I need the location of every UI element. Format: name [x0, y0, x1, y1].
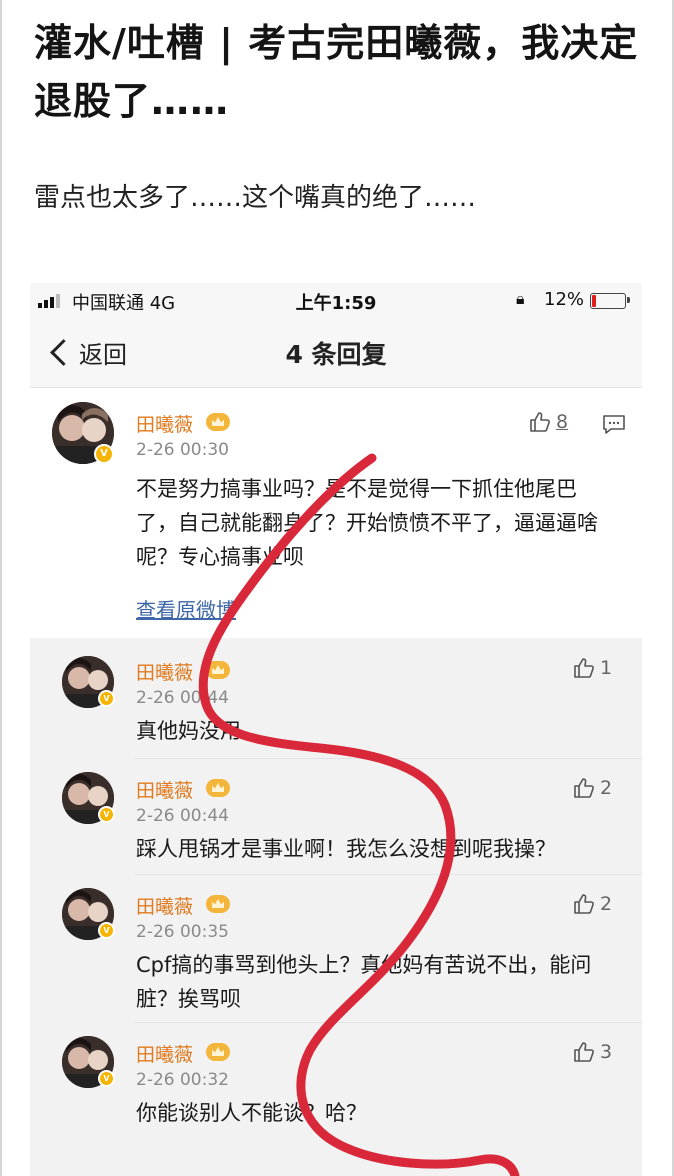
reply-text: Cpf搞的事骂到他头上？真他妈有苦说不出，能问脏？挨骂呗: [136, 953, 592, 1011]
timestamp: 2-26 00:35: [136, 922, 229, 942]
nav-bar: 返回 4 条回复: [30, 317, 642, 388]
timestamp: 2-26 00:30: [136, 440, 229, 460]
thumbs-up-icon: [574, 778, 594, 798]
battery-percent: 12%: [544, 289, 585, 310]
battery-tip: [627, 297, 630, 303]
timestamp: 2-26 00:44: [136, 806, 229, 826]
battery-level-fill: [592, 295, 596, 307]
divider: [135, 874, 642, 875]
like-button[interactable]: 8: [528, 410, 568, 434]
comment-text: 不是努力搞事业吗？是不是觉得一下抓住他尾巴了，自己就能翻身了？开始愤愤不平了，逼…: [136, 477, 598, 569]
main-comment: V 田曦薇 2-26 00:30 8 不是努力搞事业吗？是不是觉得一下抓住他尾巴…: [30, 388, 642, 638]
thumbs-up-icon: [574, 658, 594, 678]
like-button[interactable]: 1: [572, 656, 612, 680]
verified-badge-icon: V: [94, 444, 114, 464]
page-title: 4 条回复: [285, 340, 387, 369]
username[interactable]: 田曦薇: [136, 410, 193, 437]
like-button[interactable]: 2: [572, 776, 612, 800]
verified-badge-icon: V: [98, 690, 115, 707]
like-count: 2: [600, 777, 613, 799]
like-button[interactable]: 3: [572, 1040, 612, 1064]
frame-border-left: [0, 0, 2, 1176]
battery-icon: [590, 293, 626, 309]
thumbs-up-icon: [574, 894, 594, 914]
rotation-lock-icon: 🔒︎: [516, 289, 525, 308]
verified-badge-icon: V: [98, 806, 115, 823]
reply-text: 你能谈别人不能谈？哈？: [136, 1101, 367, 1125]
username[interactable]: 田曦薇: [136, 776, 193, 803]
verified-badge-icon: V: [98, 1070, 115, 1087]
like-count: 8: [556, 411, 569, 433]
like-count: 1: [600, 657, 613, 679]
username[interactable]: 田曦薇: [136, 892, 193, 919]
embedded-screenshot: 中国联通 4G 上午1:59 🔒︎ 12% 返回 4 条回复 V 田曦薇 2-2…: [30, 283, 642, 1176]
reply-text: 踩人甩锅才是事业啊！我怎么没想到呢我操？: [136, 837, 556, 861]
thumbs-up-icon: [574, 1042, 594, 1062]
member-crown-icon: [206, 413, 230, 431]
divider: [135, 758, 642, 759]
verified-badge-icon: V: [98, 922, 115, 939]
post-title: 灌水/吐槽 | 考古完田曦薇，我决定退股了……: [34, 21, 639, 123]
member-crown-icon: [206, 661, 230, 679]
username[interactable]: 田曦薇: [136, 1040, 193, 1067]
like-count: 2: [600, 893, 613, 915]
timestamp: 2-26 00:44: [136, 688, 229, 708]
like-count: 3: [600, 1041, 613, 1063]
timestamp: 2-26 00:32: [136, 1070, 229, 1090]
like-button[interactable]: 2: [572, 892, 612, 916]
member-crown-icon: [206, 1043, 230, 1061]
username[interactable]: 田曦薇: [136, 658, 193, 685]
comment-icon[interactable]: [602, 414, 626, 436]
divider: [135, 1022, 642, 1023]
view-original-link[interactable]: 查看原微博: [136, 594, 236, 623]
member-crown-icon: [206, 779, 230, 797]
status-bar: 中国联通 4G 上午1:59 🔒︎ 12%: [30, 283, 642, 317]
member-crown-icon: [206, 895, 230, 913]
reply-list: V 田曦薇 2-26 00:44 1 真他妈没用 V 田曦薇 2-26 00:4…: [30, 638, 642, 1176]
reply-text: 真他妈没用: [136, 719, 241, 743]
thumbs-up-icon: [530, 412, 550, 432]
post-subtitle: 雷点也太多了……这个嘴真的绝了……: [34, 183, 477, 213]
